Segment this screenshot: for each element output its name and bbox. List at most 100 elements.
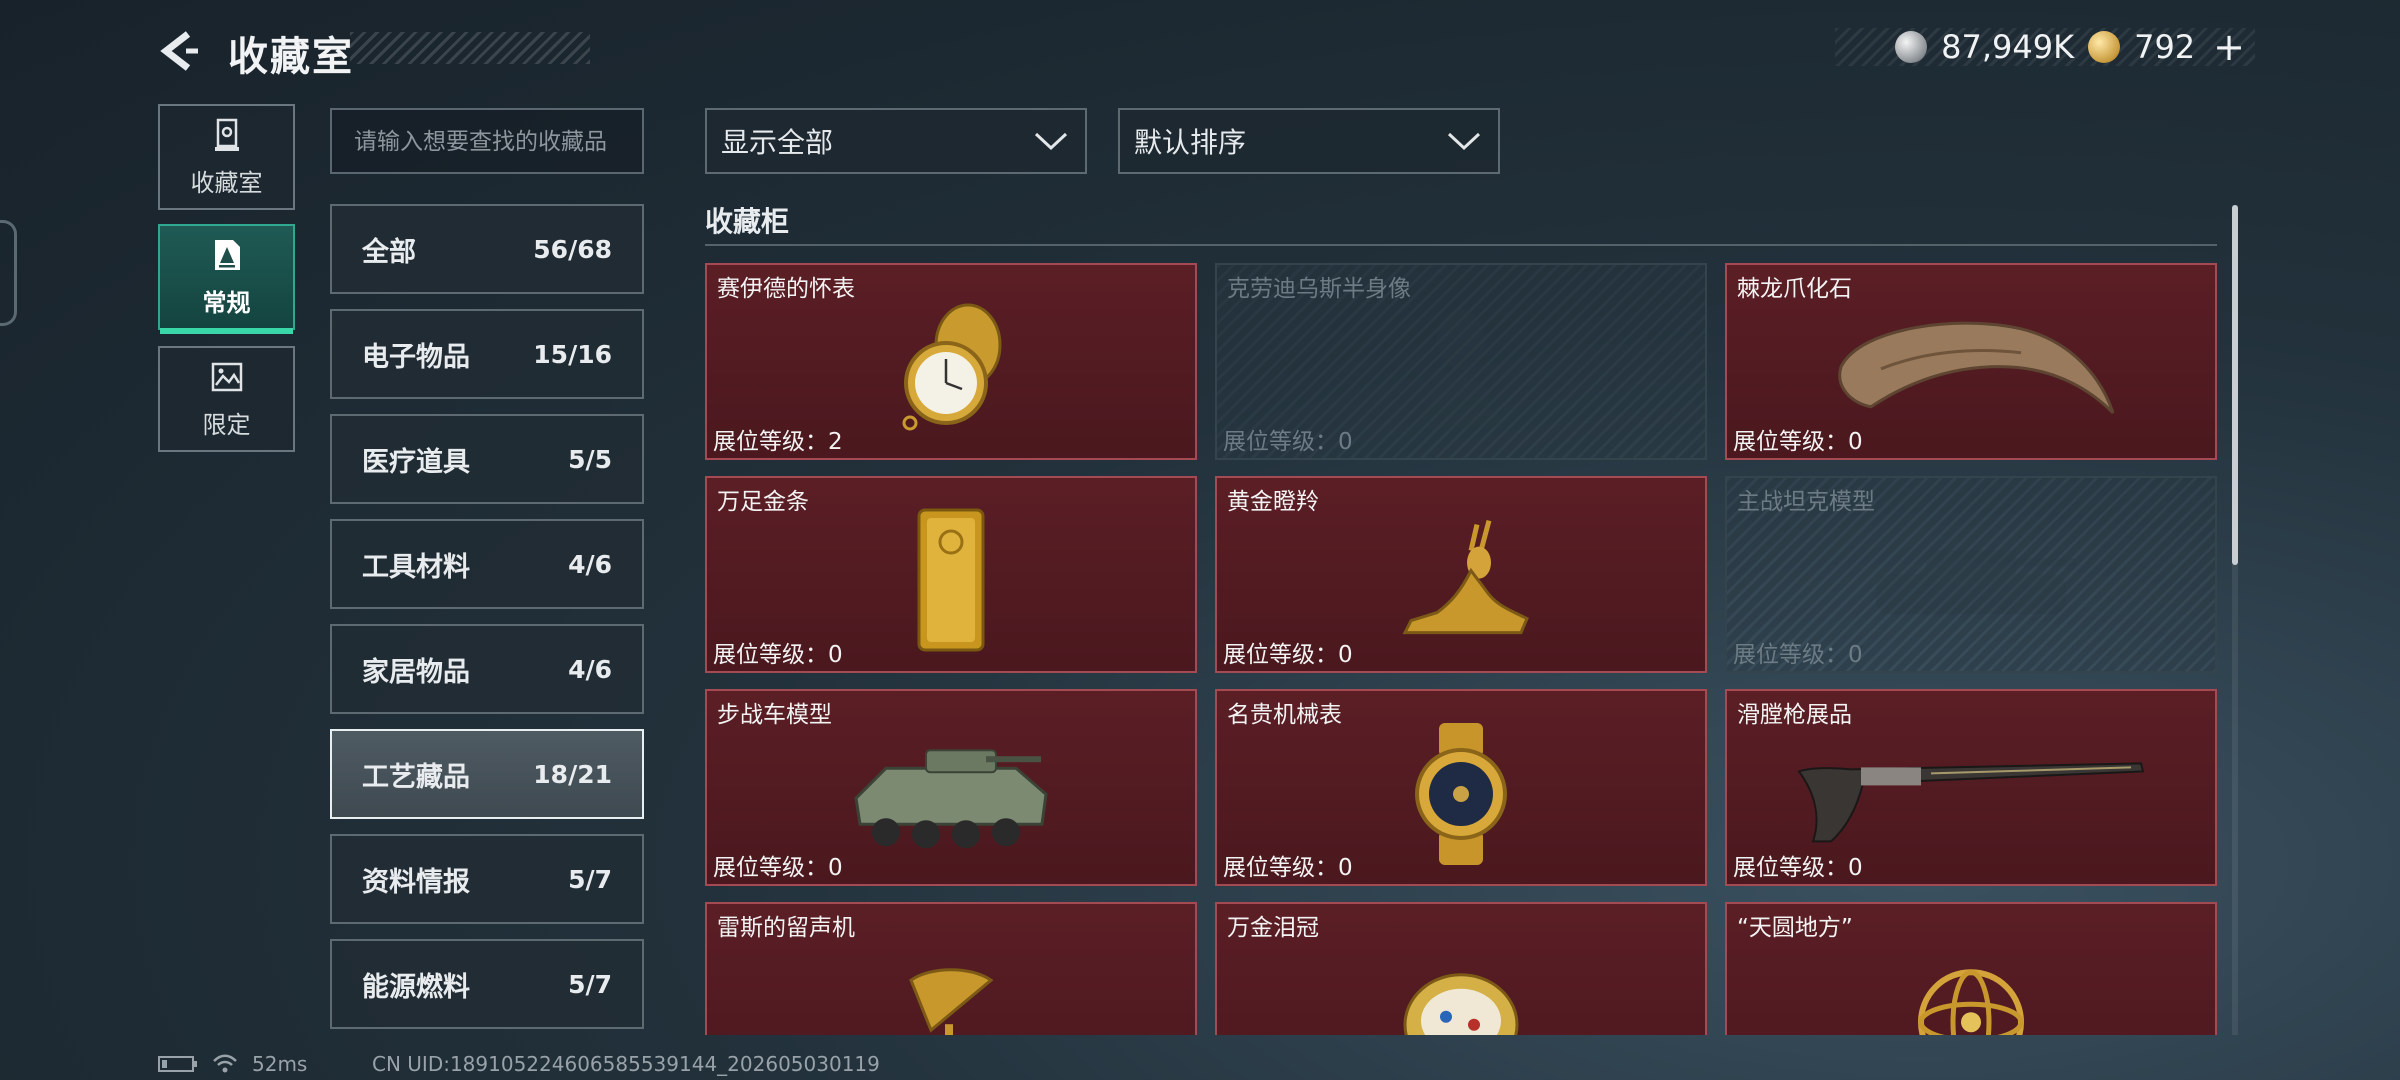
nav-tab-limited[interactable]: 限定 [158, 346, 295, 452]
collection-item-card[interactable]: 步战车模型 展位等级：0 [705, 689, 1197, 886]
chevron-down-icon [1034, 132, 1068, 151]
category-count: 5/5 [568, 444, 612, 474]
page-title: 收藏室 [228, 34, 354, 80]
wristwatch-icon [1415, 722, 1507, 865]
category-count: 56/68 [533, 234, 612, 264]
battery-icon [158, 1056, 197, 1072]
claw-fossil-icon [1838, 321, 2115, 414]
item-display-level: 展位等级：0 [713, 642, 843, 668]
pocket-watch-icon [902, 303, 1002, 430]
category-label: 电子物品 [362, 341, 470, 373]
filter-dropdown[interactable]: 显示全部 [705, 108, 1087, 174]
item-display-level: 展位等级：0 [1223, 429, 1353, 455]
category-count: 5/7 [568, 864, 612, 894]
category-all[interactable]: 全部 56/68 [330, 204, 644, 294]
gold-amount: 792 [2134, 28, 2196, 66]
nav-tab-collection-room[interactable]: 收藏室 [158, 104, 295, 210]
category-crafts[interactable]: 工艺藏品 18/21 [330, 729, 644, 819]
ping-value: 52ms [252, 1052, 308, 1076]
collection-item-card[interactable]: 克劳迪乌斯半身像 展位等级：0 [1215, 263, 1707, 460]
item-display-level: 展位等级：2 [713, 429, 843, 455]
category-count: 18/21 [533, 759, 612, 789]
add-currency-button[interactable]: + [2213, 25, 2245, 69]
item-name: 棘龙爪化石 [1737, 276, 1852, 302]
category-label: 全部 [362, 236, 416, 268]
tank-model-icon [1876, 549, 2076, 614]
currency-bar: 87,949K 792 + [1835, 25, 2255, 69]
category-electronics[interactable]: 电子物品 15/16 [330, 309, 644, 399]
gramophone-icon [909, 967, 994, 1035]
item-name: 万金泪冠 [1227, 915, 1319, 941]
ifv-model-icon [854, 748, 1048, 848]
section-divider [705, 244, 2217, 246]
category-label: 能源燃料 [362, 971, 470, 1003]
category-household[interactable]: 家居物品 4/6 [330, 624, 644, 714]
silver-coin-icon [1895, 31, 1928, 63]
nav-tab-label: 限定 [202, 410, 251, 439]
collection-item-card[interactable]: 赛伊德的怀表 展位等级：2 [705, 263, 1197, 460]
bust-icon [1421, 309, 1501, 428]
item-name: 主战坦克模型 [1737, 489, 1875, 515]
category-medical[interactable]: 医疗道具 5/5 [330, 414, 644, 504]
item-name: 万足金条 [717, 489, 809, 515]
edge-handle [0, 220, 17, 326]
item-name: 名贵机械表 [1227, 702, 1342, 728]
category-label: 资料情报 [362, 866, 470, 898]
item-name: 克劳迪乌斯半身像 [1227, 276, 1411, 302]
nav-tab-label: 常规 [202, 288, 251, 317]
filter-dropdown-value: 显示全部 [721, 126, 834, 159]
item-display-level: 展位等级：0 [1223, 855, 1353, 881]
item-display-level: 展位等级：0 [1733, 642, 1863, 668]
item-name: 赛伊德的怀表 [717, 276, 855, 302]
nav-tab-regular[interactable]: 常规 [158, 224, 295, 334]
collection-item-card[interactable]: 万足金条 展位等级：0 [705, 476, 1197, 673]
silver-amount: 87,949K [1941, 28, 2075, 66]
category-count: 15/16 [533, 339, 612, 369]
sort-dropdown-value: 默认排序 [1134, 126, 1247, 159]
item-name: 雷斯的留声机 [717, 915, 855, 941]
jeweled-egg-icon [1403, 973, 1519, 1035]
category-label: 工艺藏品 [362, 761, 470, 793]
item-display-level: 展位等级：0 [1733, 855, 1863, 881]
gold-coin-icon [2088, 31, 2121, 63]
scrollbar-thumb[interactable] [2232, 205, 2238, 565]
sort-dropdown[interactable]: 默认排序 [1118, 108, 1500, 174]
collection-item-card[interactable]: 黄金瞪羚 展位等级：0 [1215, 476, 1707, 673]
item-name: 步战车模型 [717, 702, 832, 728]
chevron-down-icon [1447, 132, 1481, 151]
category-count: 4/6 [568, 654, 612, 684]
musket-icon [1797, 761, 2145, 842]
trophy-icon [214, 118, 239, 151]
collection-item-card[interactable]: 棘龙爪化石 展位等级：0 [1725, 263, 2217, 460]
category-label: 家居物品 [362, 656, 470, 688]
collection-search-input[interactable] [330, 108, 644, 174]
collection-item-card[interactable]: 万金泪冠 [1215, 902, 1707, 1035]
category-intel[interactable]: 资料情报 5/7 [330, 834, 644, 924]
collection-item-card[interactable]: 名贵机械表 展位等级：0 [1215, 689, 1707, 886]
section-title: 收藏柜 [705, 205, 790, 238]
collection-item-card[interactable]: 滑膛枪展品 展位等级：0 [1725, 689, 2217, 886]
wifi-icon [213, 1054, 237, 1073]
gold-bar-icon [917, 508, 985, 651]
golden-gazelle-icon [1402, 519, 1529, 634]
collection-item-card[interactable]: “天圆地方” [1725, 902, 2217, 1035]
category-count: 4/6 [568, 549, 612, 579]
status-bar: 52ms [158, 1052, 307, 1076]
item-name: “天圆地方” [1737, 915, 1853, 941]
category-label: 医疗道具 [362, 446, 470, 478]
category-fuel[interactable]: 能源燃料 5/7 [330, 939, 644, 1029]
category-label: 工具材料 [362, 551, 470, 583]
user-uid: CN UID:18910522460658553914​4_2026050301… [372, 1052, 880, 1076]
collection-item-card[interactable]: 主战坦克模型 展位等级：0 [1725, 476, 2217, 673]
item-name: 黄金瞪羚 [1227, 489, 1319, 515]
collection-grid: 赛伊德的怀表 展位等级：2 克劳迪乌斯半身像 展位等级：0 棘龙爪化石 展位等级… [705, 263, 2217, 1035]
image-icon [211, 362, 242, 391]
item-display-level: 展位等级：0 [1733, 429, 1863, 455]
armillary-sphere-icon [1918, 969, 2024, 1035]
item-display-level: 展位等级：0 [1223, 642, 1353, 668]
back-arrow-icon[interactable] [158, 30, 206, 72]
collection-item-card[interactable]: 雷斯的留声机 [705, 902, 1197, 1035]
document-icon [214, 239, 240, 270]
category-tools[interactable]: 工具材料 4/6 [330, 519, 644, 609]
nav-tab-label: 收藏室 [190, 168, 263, 197]
